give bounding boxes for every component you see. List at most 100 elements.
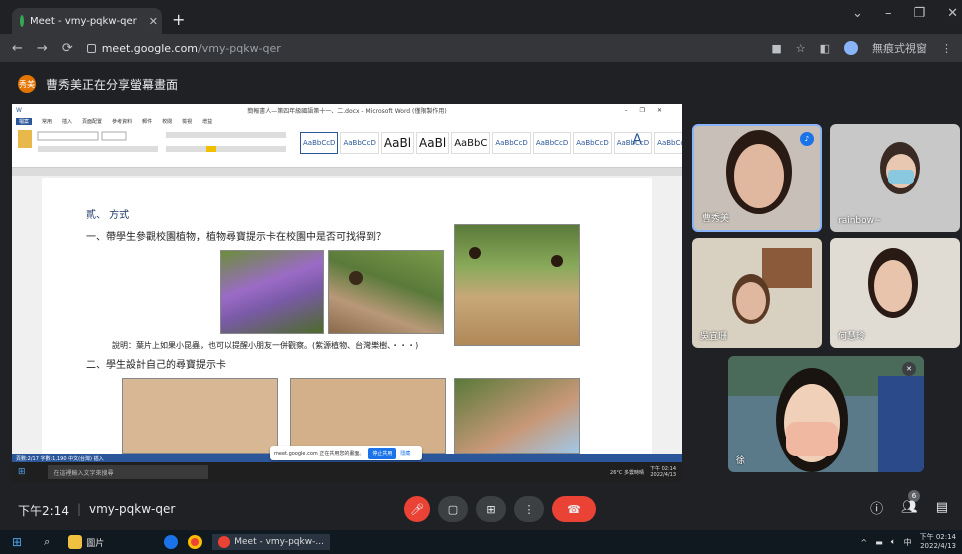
- bookshelf: [762, 248, 812, 288]
- separator: |: [76, 502, 81, 516]
- sidebar-icon[interactable]: ◧: [820, 42, 830, 55]
- style-subtitle[interactable]: AaBbCcD: [492, 132, 531, 154]
- photo-student-writing: [454, 378, 580, 454]
- photo-purple-flowers: [220, 250, 324, 334]
- photo-card-1: [122, 378, 278, 454]
- participant-tile-3[interactable]: 吳宜珊: [692, 238, 822, 348]
- participant-tile-4[interactable]: 何慧玲: [830, 238, 960, 348]
- tray-chevron-icon[interactable]: ^: [861, 538, 868, 547]
- bookshelf: [878, 376, 924, 472]
- photo-students-tree: [454, 224, 580, 346]
- change-styles-icon[interactable]: A: [632, 132, 642, 148]
- participant-name: rainbow~: [838, 216, 882, 226]
- network-icon[interactable]: ▬: [875, 538, 883, 547]
- camera-indicator-icon[interactable]: ■: [771, 42, 781, 55]
- ribbon-tab-insert[interactable]: 插入: [62, 118, 72, 125]
- face-mask-icon: [786, 422, 838, 456]
- volume-icon[interactable]: 🔈︎: [891, 537, 896, 547]
- shared-taskbar-date: 2022/4/13: [650, 472, 676, 478]
- muted-mic-icon: ✕: [902, 362, 916, 376]
- meeting-time: 下午2:14: [18, 504, 69, 518]
- mic-off-button[interactable]: 🎤︎: [404, 496, 430, 522]
- presenter-avatar: 秀美: [18, 75, 36, 93]
- bookmark-star-icon[interactable]: ☆: [796, 42, 806, 55]
- participant-tile-2[interactable]: rainbow~: [830, 124, 960, 232]
- participant-name: 吳宜珊: [700, 332, 728, 342]
- browser-tab[interactable]: Meet - vmy-pqkw-qer ✕: [12, 8, 162, 34]
- ribbon-tab-file[interactable]: 檔案: [16, 117, 33, 125]
- back-icon[interactable]: ←: [12, 41, 23, 56]
- people-icon[interactable]: 👥︎: [901, 500, 918, 515]
- participant-tile-5[interactable]: ✕ 徐: [728, 356, 924, 472]
- word-ribbon: AaBbCcD AaBbCcD AaBl AaBl AaBbC AaBbCcD …: [12, 126, 682, 168]
- share-popup-text: meet.google.com 正在共用您的畫面。: [274, 450, 365, 457]
- new-tab-button[interactable]: +: [172, 10, 185, 29]
- ribbon-tab-mailings[interactable]: 郵件: [142, 118, 152, 125]
- window-controls: ⌄ – ❐ ✕: [852, 6, 958, 21]
- close-tab-icon[interactable]: ✕: [149, 15, 158, 28]
- ime-icon[interactable]: 中: [904, 537, 912, 548]
- ribbon-tab-view[interactable]: 檢視: [182, 118, 192, 125]
- doc-line-1: 一、帶學生參觀校園植物，植物尋寶提示卡在校園中是否可找得到？: [86, 232, 386, 243]
- tab-title: Meet - vmy-pqkw-qer: [30, 15, 137, 27]
- participant-name: 曹秀美: [702, 214, 730, 224]
- hide-popup-button[interactable]: 隱藏: [400, 450, 410, 457]
- taskbar-explorer[interactable]: 圖片: [68, 535, 104, 549]
- maximize-button[interactable]: ❐: [913, 6, 925, 21]
- url-host: meet.google.com: [101, 41, 199, 55]
- word-title-bar: W 簡報書人—第四年級國語第十一、二.docx - Microsoft Word…: [12, 104, 682, 116]
- style-no-spacing[interactable]: AaBbCcD: [340, 132, 379, 154]
- forward-icon[interactable]: →: [37, 41, 48, 56]
- search-icon[interactable]: ⌕: [44, 535, 50, 549]
- ribbon-tab-home[interactable]: 常用: [42, 118, 52, 125]
- more-options-button[interactable]: ⋮: [514, 496, 544, 522]
- windows-start-icon[interactable]: ⊞: [12, 535, 22, 549]
- reload-icon[interactable]: ⟳: [62, 41, 73, 56]
- chat-icon[interactable]: ▤: [936, 500, 948, 515]
- ribbon-tabs: 檔案 常用 插入 頁面配置 參考資料 郵件 校閱 檢視 增益: [12, 116, 682, 126]
- taskbar-chrome-label: Meet - vmy-pqkw-...: [234, 537, 324, 547]
- leave-call-button[interactable]: ☎︎: [552, 496, 596, 522]
- style-heading-1[interactable]: AaBl: [380, 132, 415, 154]
- profile-label[interactable]: 無痕式視窗: [872, 40, 927, 56]
- close-window-button[interactable]: ✕: [947, 6, 958, 21]
- style-title[interactable]: AaBbC: [451, 132, 491, 154]
- participant-tile-1[interactable]: ♪ 曹秀美: [692, 124, 822, 232]
- minimize-button[interactable]: –: [885, 6, 892, 21]
- participant-face: [734, 144, 784, 208]
- system-tray: ^ ▬ 🔈︎ 中 下午 02:14 2022/4/13: [861, 533, 956, 551]
- participant-face: [874, 260, 912, 312]
- presenting-banner: 秀美 曹秀美正在分享螢幕畫面: [18, 72, 178, 96]
- camera-button[interactable]: ▢: [438, 496, 468, 522]
- style-emphasis[interactable]: AaBbCcD: [532, 132, 572, 154]
- menu-kebab-icon[interactable]: ⋮: [941, 42, 952, 55]
- weather-text: 26°C 多雲時晴: [610, 469, 644, 476]
- word-doc-title: 簡報書人—第四年級國語第十一、二.docx - Microsoft Word (…: [247, 107, 447, 115]
- chrome-icon[interactable]: [188, 535, 203, 549]
- ribbon-tab-addins[interactable]: 增益: [202, 118, 212, 125]
- url-field[interactable]: meet.google.com/vmy-pqkw-qer: [86, 38, 567, 58]
- participant-name: 徐: [736, 456, 746, 466]
- tab-search-icon[interactable]: ⌄: [852, 6, 863, 21]
- ribbon-tab-references[interactable]: 參考資料: [112, 118, 132, 125]
- url-path: /vmy-pqkw-qer: [198, 41, 281, 55]
- ribbon-tools-icon: [18, 130, 286, 152]
- stop-sharing-button[interactable]: 停止共用: [368, 447, 397, 459]
- incognito-avatar-icon[interactable]: [844, 41, 858, 55]
- style-normal[interactable]: AaBbCcD: [300, 132, 339, 154]
- participant-name: 何慧玲: [838, 332, 866, 342]
- present-button[interactable]: ⊞: [476, 496, 506, 522]
- ribbon-tab-review[interactable]: 校閱: [162, 118, 172, 125]
- system-time: 下午 02:14: [919, 533, 956, 541]
- style-strong[interactable]: AaBbCcD: [573, 132, 612, 154]
- meeting-code: vmy-pqkw-qer: [89, 502, 176, 516]
- style-intense[interactable]: AaBbCcD: [654, 132, 682, 154]
- style-heading-2[interactable]: AaBl: [416, 132, 450, 154]
- meeting-details-icon[interactable]: ⓘ: [870, 498, 883, 517]
- taskbar-explorer-label: 圖片: [86, 538, 105, 549]
- taskbar-chrome-meet[interactable]: Meet - vmy-pqkw-...: [212, 534, 330, 550]
- folder-icon: [68, 535, 83, 549]
- edge-icon[interactable]: [164, 535, 179, 549]
- ribbon-tab-layout[interactable]: 頁面配置: [82, 118, 102, 125]
- participant-face: [736, 282, 766, 320]
